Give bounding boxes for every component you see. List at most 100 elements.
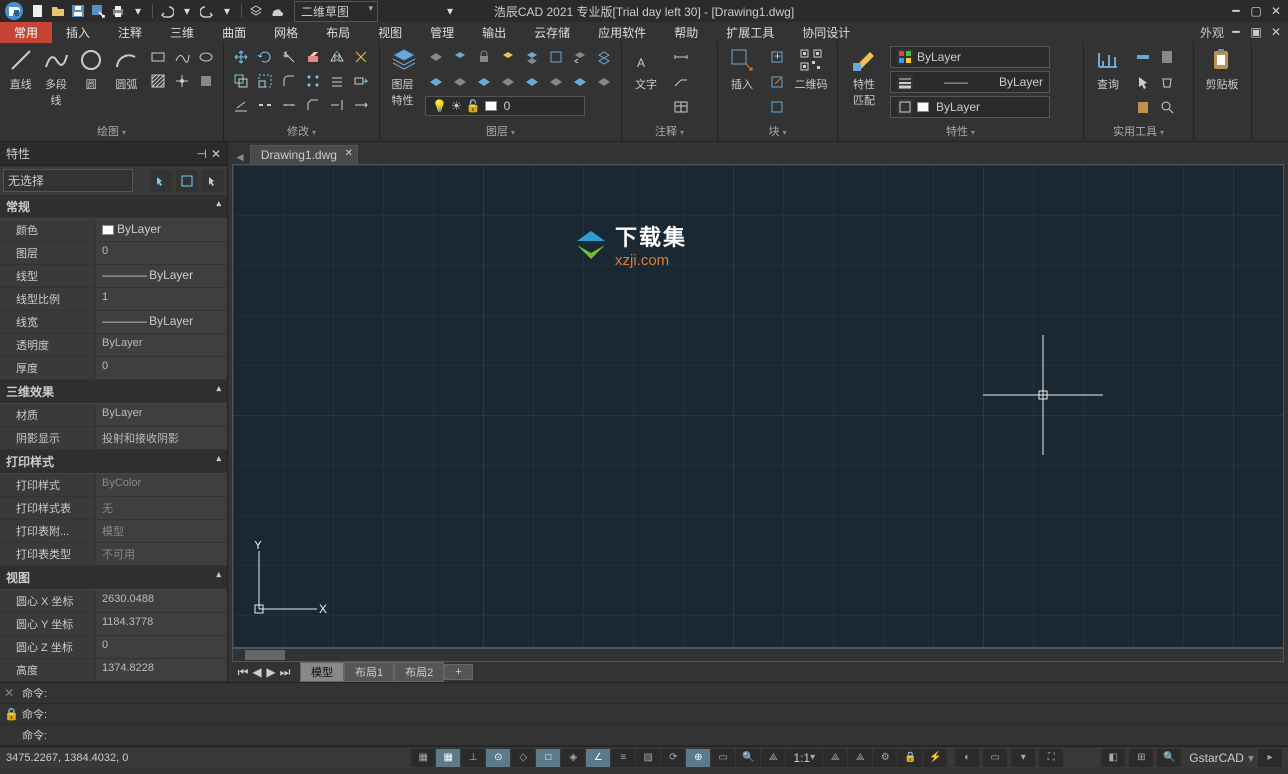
tab-extensions[interactable]: 扩展工具: [712, 22, 788, 43]
magnifier-toggle[interactable]: 🔍: [736, 749, 760, 767]
doc-restore-button[interactable]: ▣: [1248, 24, 1264, 40]
undo-icon[interactable]: [159, 3, 175, 19]
panel-block-title[interactable]: 块: [724, 121, 831, 141]
tab-collab[interactable]: 协同设计: [788, 22, 864, 43]
layer-s3-icon[interactable]: [473, 71, 495, 93]
cmd-lock-icon[interactable]: 🔒: [4, 707, 18, 721]
transparency-toggle[interactable]: ▨: [636, 749, 660, 767]
ortho-toggle[interactable]: ⊥: [461, 749, 485, 767]
prop-linetype[interactable]: 线型———— ByLayer: [0, 265, 227, 288]
tab-manage[interactable]: 管理: [416, 22, 468, 43]
measure-icon[interactable]: [1132, 46, 1154, 68]
cmd-input[interactable]: 命令:: [0, 725, 1288, 746]
cycling-toggle[interactable]: ⟳: [661, 749, 685, 767]
tab-next-icon[interactable]: ▶: [264, 665, 278, 679]
tray-menu-icon[interactable]: ▸: [1258, 749, 1282, 767]
doc-tab-close-icon[interactable]: ✕: [345, 148, 353, 159]
layer-s1-icon[interactable]: [425, 71, 447, 93]
scale-icon[interactable]: [254, 70, 276, 92]
3dosnap-toggle[interactable]: ◈: [561, 749, 585, 767]
qrcode-button[interactable]: 二维码: [794, 46, 828, 92]
tab-cloud[interactable]: 云存储: [520, 22, 584, 43]
tab-insert[interactable]: 插入: [52, 22, 104, 43]
spline-icon[interactable]: [171, 46, 193, 68]
dyn-toggle[interactable]: ⊕: [686, 749, 710, 767]
erase-icon[interactable]: [302, 46, 324, 68]
tab-annotate[interactable]: 注释: [104, 22, 156, 43]
move-icon[interactable]: [230, 46, 252, 68]
hw-toggle[interactable]: ⚡: [923, 749, 947, 767]
minimize-button[interactable]: ━: [1228, 3, 1244, 19]
save-icon[interactable]: [70, 3, 86, 19]
layer-walk-icon[interactable]: [593, 46, 615, 68]
new-icon[interactable]: [30, 3, 46, 19]
layer-match-icon[interactable]: [521, 46, 543, 68]
prop-thickness[interactable]: 厚度0: [0, 357, 227, 380]
paste-icon[interactable]: [1132, 96, 1154, 118]
redo-dd-icon[interactable]: ▾: [219, 3, 235, 19]
break-icon[interactable]: [254, 94, 276, 116]
offset-icon[interactable]: [326, 70, 348, 92]
ellipse-icon[interactable]: [195, 46, 217, 68]
selection-dropdown[interactable]: 无选择: [3, 169, 133, 192]
tabs-prev-icon[interactable]: ◄: [234, 150, 246, 164]
text-button[interactable]: A文字: [628, 46, 664, 92]
prop-shadow[interactable]: 阴影显示投射和接收阴影: [0, 427, 227, 450]
hatch-icon[interactable]: [147, 70, 169, 92]
clean-icon[interactable]: ▭: [983, 749, 1007, 767]
tab-first-icon[interactable]: ⏮: [236, 665, 250, 679]
layer-dropdown[interactable]: 💡 ☀ 🔓 0: [425, 96, 585, 116]
chamfer-icon[interactable]: [302, 94, 324, 116]
doc-tab-drawing1[interactable]: Drawing1.dwg✕: [250, 145, 358, 164]
polyline-button[interactable]: 多段线: [41, 46, 70, 108]
tab-mesh[interactable]: 网格: [260, 22, 312, 43]
attr-block-icon[interactable]: [766, 96, 788, 118]
prop-cz[interactable]: 圆心 Z 坐标0: [0, 636, 227, 659]
color-dropdown[interactable]: ByLayer: [890, 46, 1050, 68]
tab-home[interactable]: 常用: [0, 22, 52, 43]
clipboard-button[interactable]: 剪贴板: [1200, 46, 1244, 92]
iso-toggle[interactable]: ◇: [511, 749, 535, 767]
stretch-icon[interactable]: [350, 70, 372, 92]
query-button[interactable]: 查询: [1090, 46, 1126, 92]
leader-icon[interactable]: [670, 71, 692, 93]
cat-3d[interactable]: 三维效果: [0, 380, 227, 404]
line-button[interactable]: 直线: [6, 46, 35, 92]
mirror-icon[interactable]: [326, 46, 348, 68]
fullscreen-icon[interactable]: ⛶: [1039, 749, 1063, 767]
drawing-canvas[interactable]: 下载集xzji.com YX: [232, 164, 1284, 648]
scale-toggle[interactable]: 1:1▾: [786, 749, 822, 767]
add-layout-tab[interactable]: +: [444, 664, 472, 680]
create-block-icon[interactable]: +: [766, 46, 788, 68]
otrack-toggle[interactable]: ∠: [586, 749, 610, 767]
tab-last-icon[interactable]: ⏭: [278, 665, 292, 679]
layer-lock-icon[interactable]: [473, 46, 495, 68]
match-props-button[interactable]: 特性 匹配: [844, 46, 884, 108]
table-icon[interactable]: [670, 96, 692, 118]
tab-view[interactable]: 视图: [364, 22, 416, 43]
layer-state-icon[interactable]: [545, 46, 567, 68]
layer-s7-icon[interactable]: [569, 71, 591, 93]
layer-off-icon[interactable]: [425, 46, 447, 68]
ws-toggle[interactable]: ⚙: [873, 749, 897, 767]
polar-toggle[interactable]: ⊙: [486, 749, 510, 767]
layer-s5-icon[interactable]: [521, 71, 543, 93]
model-tab[interactable]: 模型: [300, 662, 344, 682]
panel-annotate-title[interactable]: 注释: [628, 121, 711, 141]
anno-toggle[interactable]: ⟁: [761, 749, 785, 767]
open-icon[interactable]: [50, 3, 66, 19]
rect-icon[interactable]: [147, 46, 169, 68]
qselect-icon[interactable]: [1156, 96, 1178, 118]
panel-close-icon[interactable]: ✕: [211, 147, 221, 161]
explode-icon[interactable]: [350, 46, 372, 68]
quick-select-icon[interactable]: [150, 170, 172, 192]
copy-icon[interactable]: [230, 70, 252, 92]
calc-icon[interactable]: [1156, 46, 1178, 68]
lock-ui-toggle[interactable]: 🔒: [898, 749, 922, 767]
snap-toggle[interactable]: ▦: [411, 749, 435, 767]
tab-output[interactable]: 输出: [468, 22, 520, 43]
fillet-icon[interactable]: [278, 70, 300, 92]
layer-iso-icon[interactable]: [497, 46, 519, 68]
dim-linear-icon[interactable]: [670, 46, 692, 68]
layer-freeze-icon[interactable]: [449, 46, 471, 68]
